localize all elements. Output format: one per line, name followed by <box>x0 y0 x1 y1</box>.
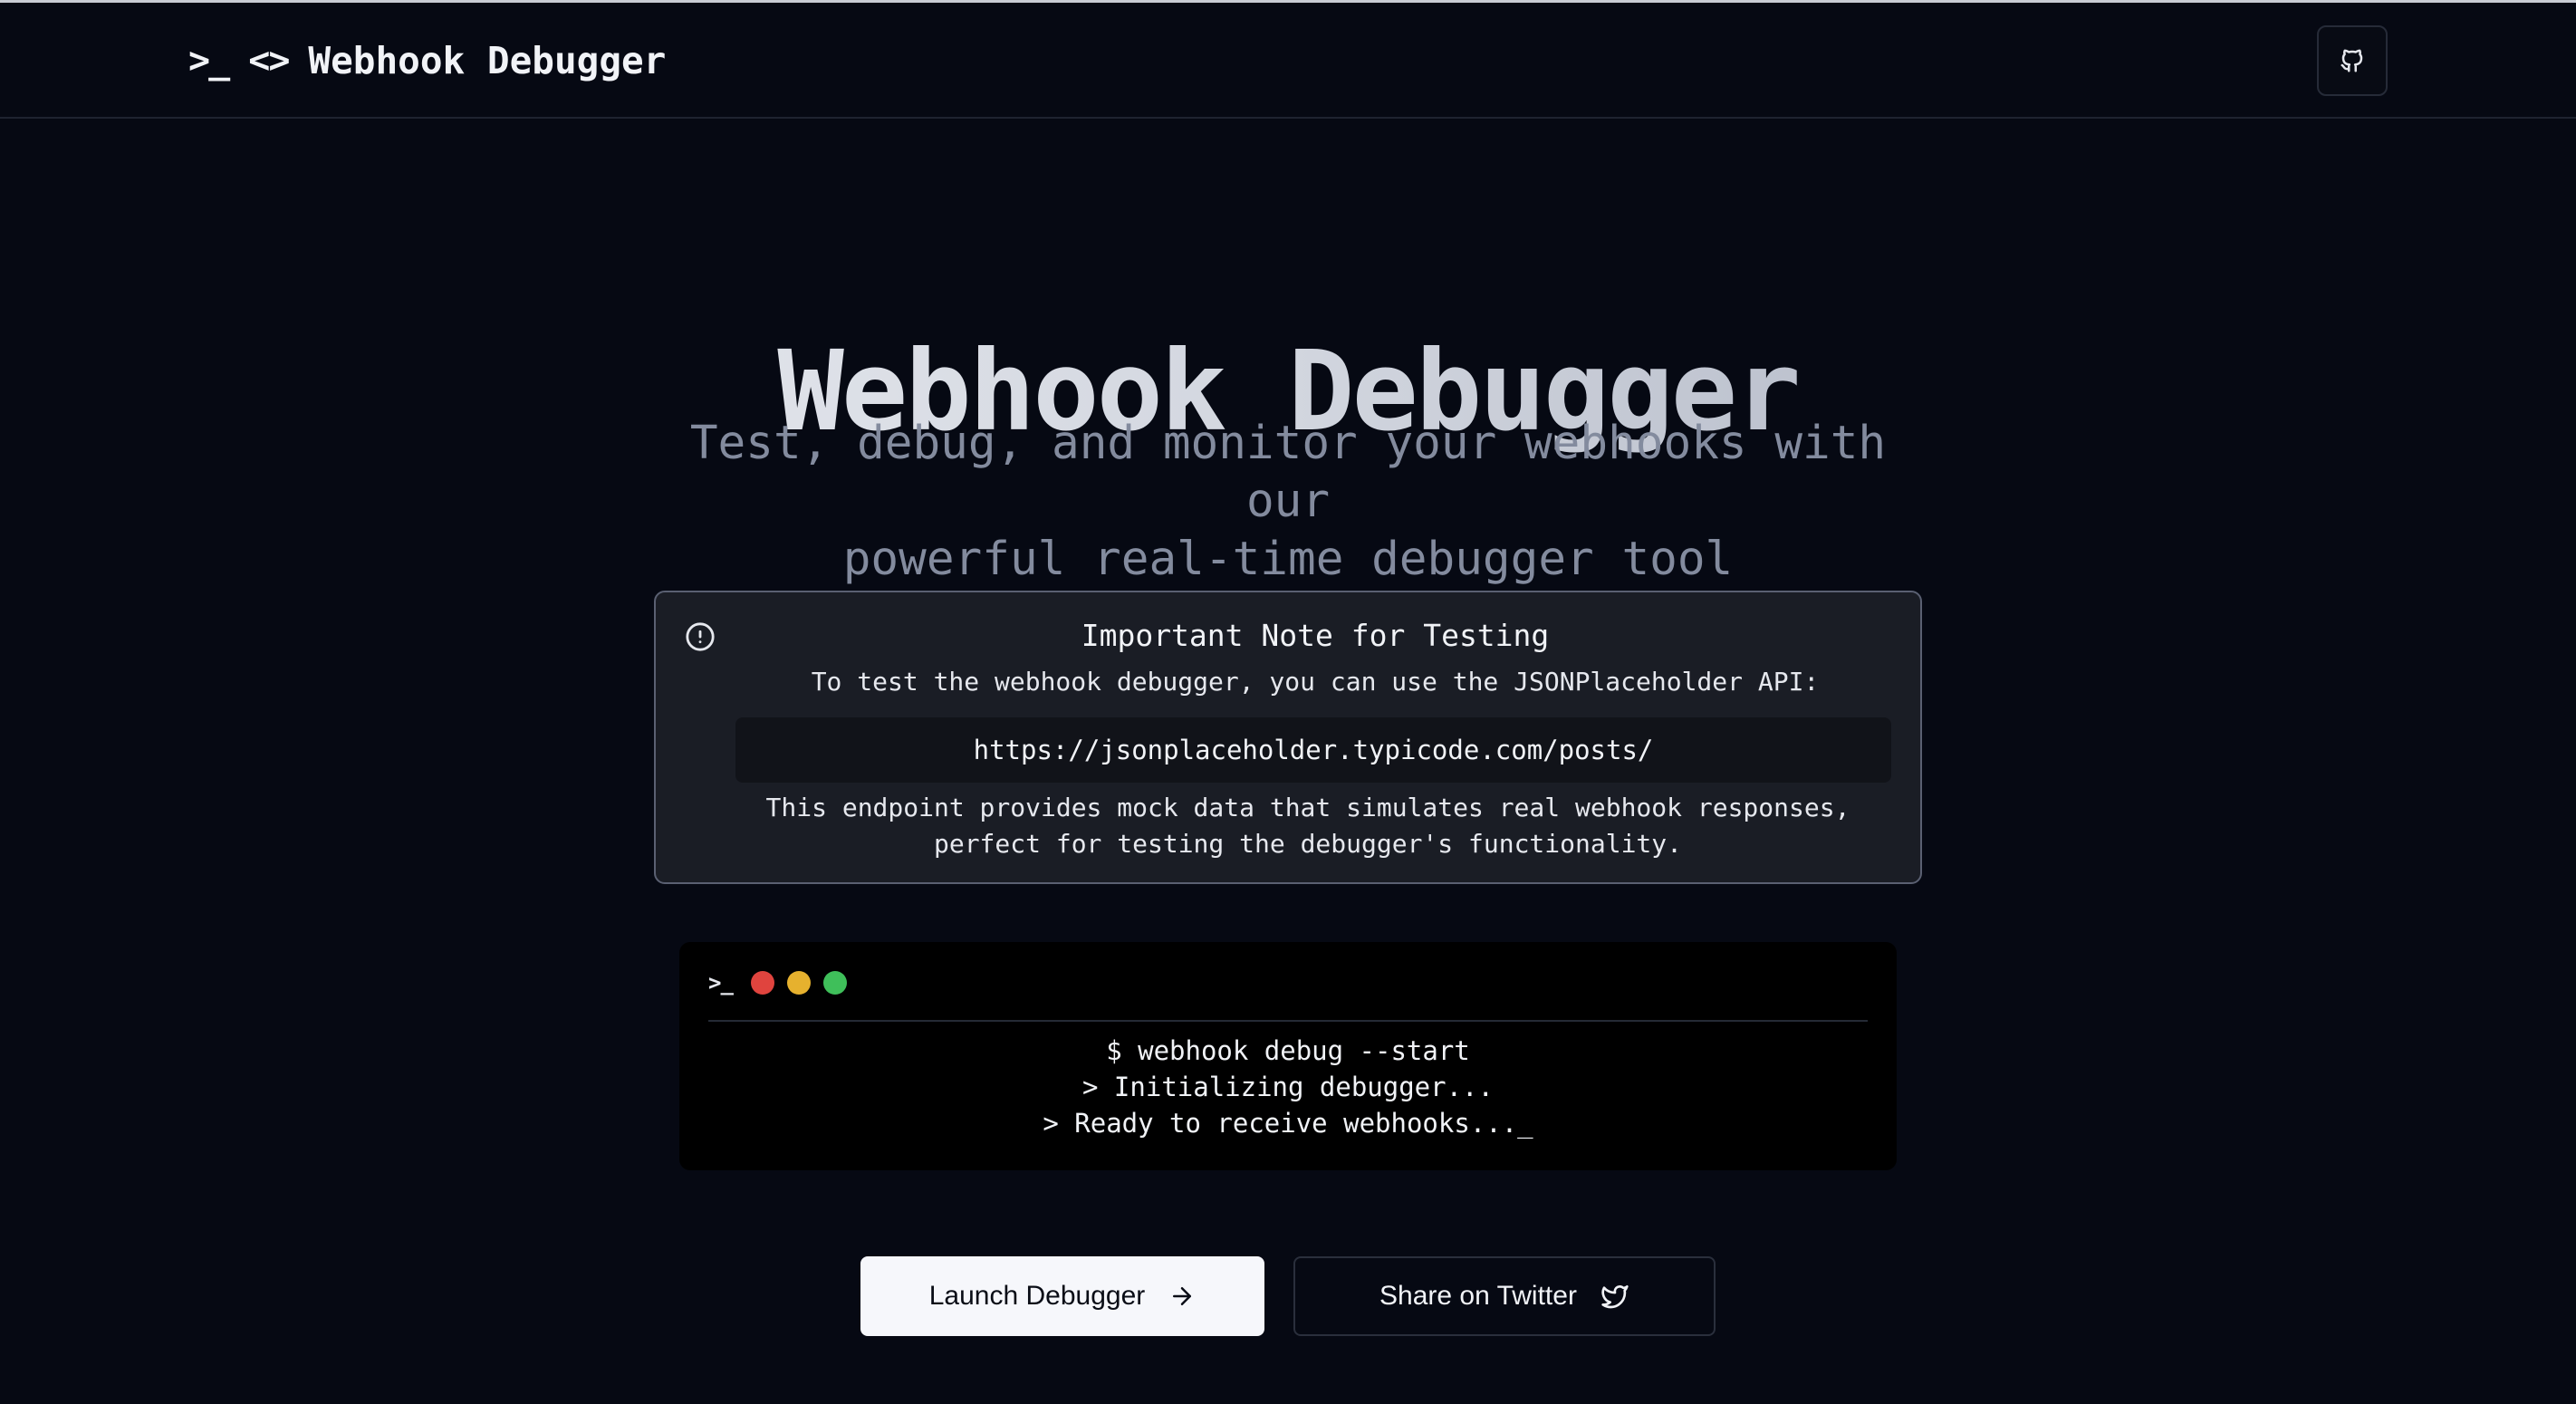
launch-debugger-label: Launch Debugger <box>928 1281 1146 1311</box>
terminal-dot-yellow <box>786 971 811 995</box>
hero-subtitle-line2: powerful real-time debugger tool <box>842 533 1734 586</box>
note-title: Important Note for Testing <box>1081 618 1550 653</box>
share-twitter-label: Share on Twitter <box>1379 1281 1577 1311</box>
github-icon <box>2341 49 2363 72</box>
twitter-icon <box>1601 1285 1629 1309</box>
hero-subtitle-line1: Test, debug, and monitor your webhooks w… <box>689 417 1887 528</box>
terminal-prompt-icon: >_ <box>708 970 734 995</box>
terminal-dot-green <box>822 971 847 995</box>
github-button[interactable] <box>2317 25 2388 96</box>
testing-note-card: Important Note for Testing To test the w… <box>654 591 1922 884</box>
brand-title: Webhook Debugger <box>308 39 667 82</box>
terminal-line: > Initializing debugger... <box>1082 1072 1494 1102</box>
note-footer-line1: This endpoint provides mock data that si… <box>765 793 1850 822</box>
terminal-line: $ webhook debug --start <box>1106 1035 1470 1066</box>
terminal-preview: >_ $ webhook debug --start > Initializin… <box>679 942 1897 1170</box>
terminal-code-icon: >_ <> <box>188 40 290 82</box>
note-description: To test the webhook debugger, you can us… <box>811 667 1820 697</box>
navbar: >_ <> Webhook Debugger <box>0 3 2576 119</box>
arrow-right-icon <box>1173 1287 1192 1305</box>
endpoint-url[interactable]: https://jsonplaceholder.typicode.com/pos… <box>735 717 1891 783</box>
note-footer-line2: perfect for testing the debugger's funct… <box>933 829 1682 859</box>
hero-subtitle: Test, debug, and monitor your webhooks w… <box>654 415 1922 589</box>
launch-debugger-button[interactable]: Launch Debugger <box>860 1256 1264 1336</box>
terminal-line: > Ready to receive webhooks..._ <box>1043 1108 1533 1139</box>
terminal-dot-red <box>750 971 774 995</box>
brand-link[interactable]: >_ <> Webhook Debugger <box>188 35 666 86</box>
terminal-titlebar: >_ <box>708 971 1868 1022</box>
terminal-output: $ webhook debug --start > Initializing d… <box>679 1033 1897 1141</box>
note-footer: This endpoint provides mock data that si… <box>710 781 1906 862</box>
share-twitter-button[interactable]: Share on Twitter <box>1293 1256 1716 1336</box>
